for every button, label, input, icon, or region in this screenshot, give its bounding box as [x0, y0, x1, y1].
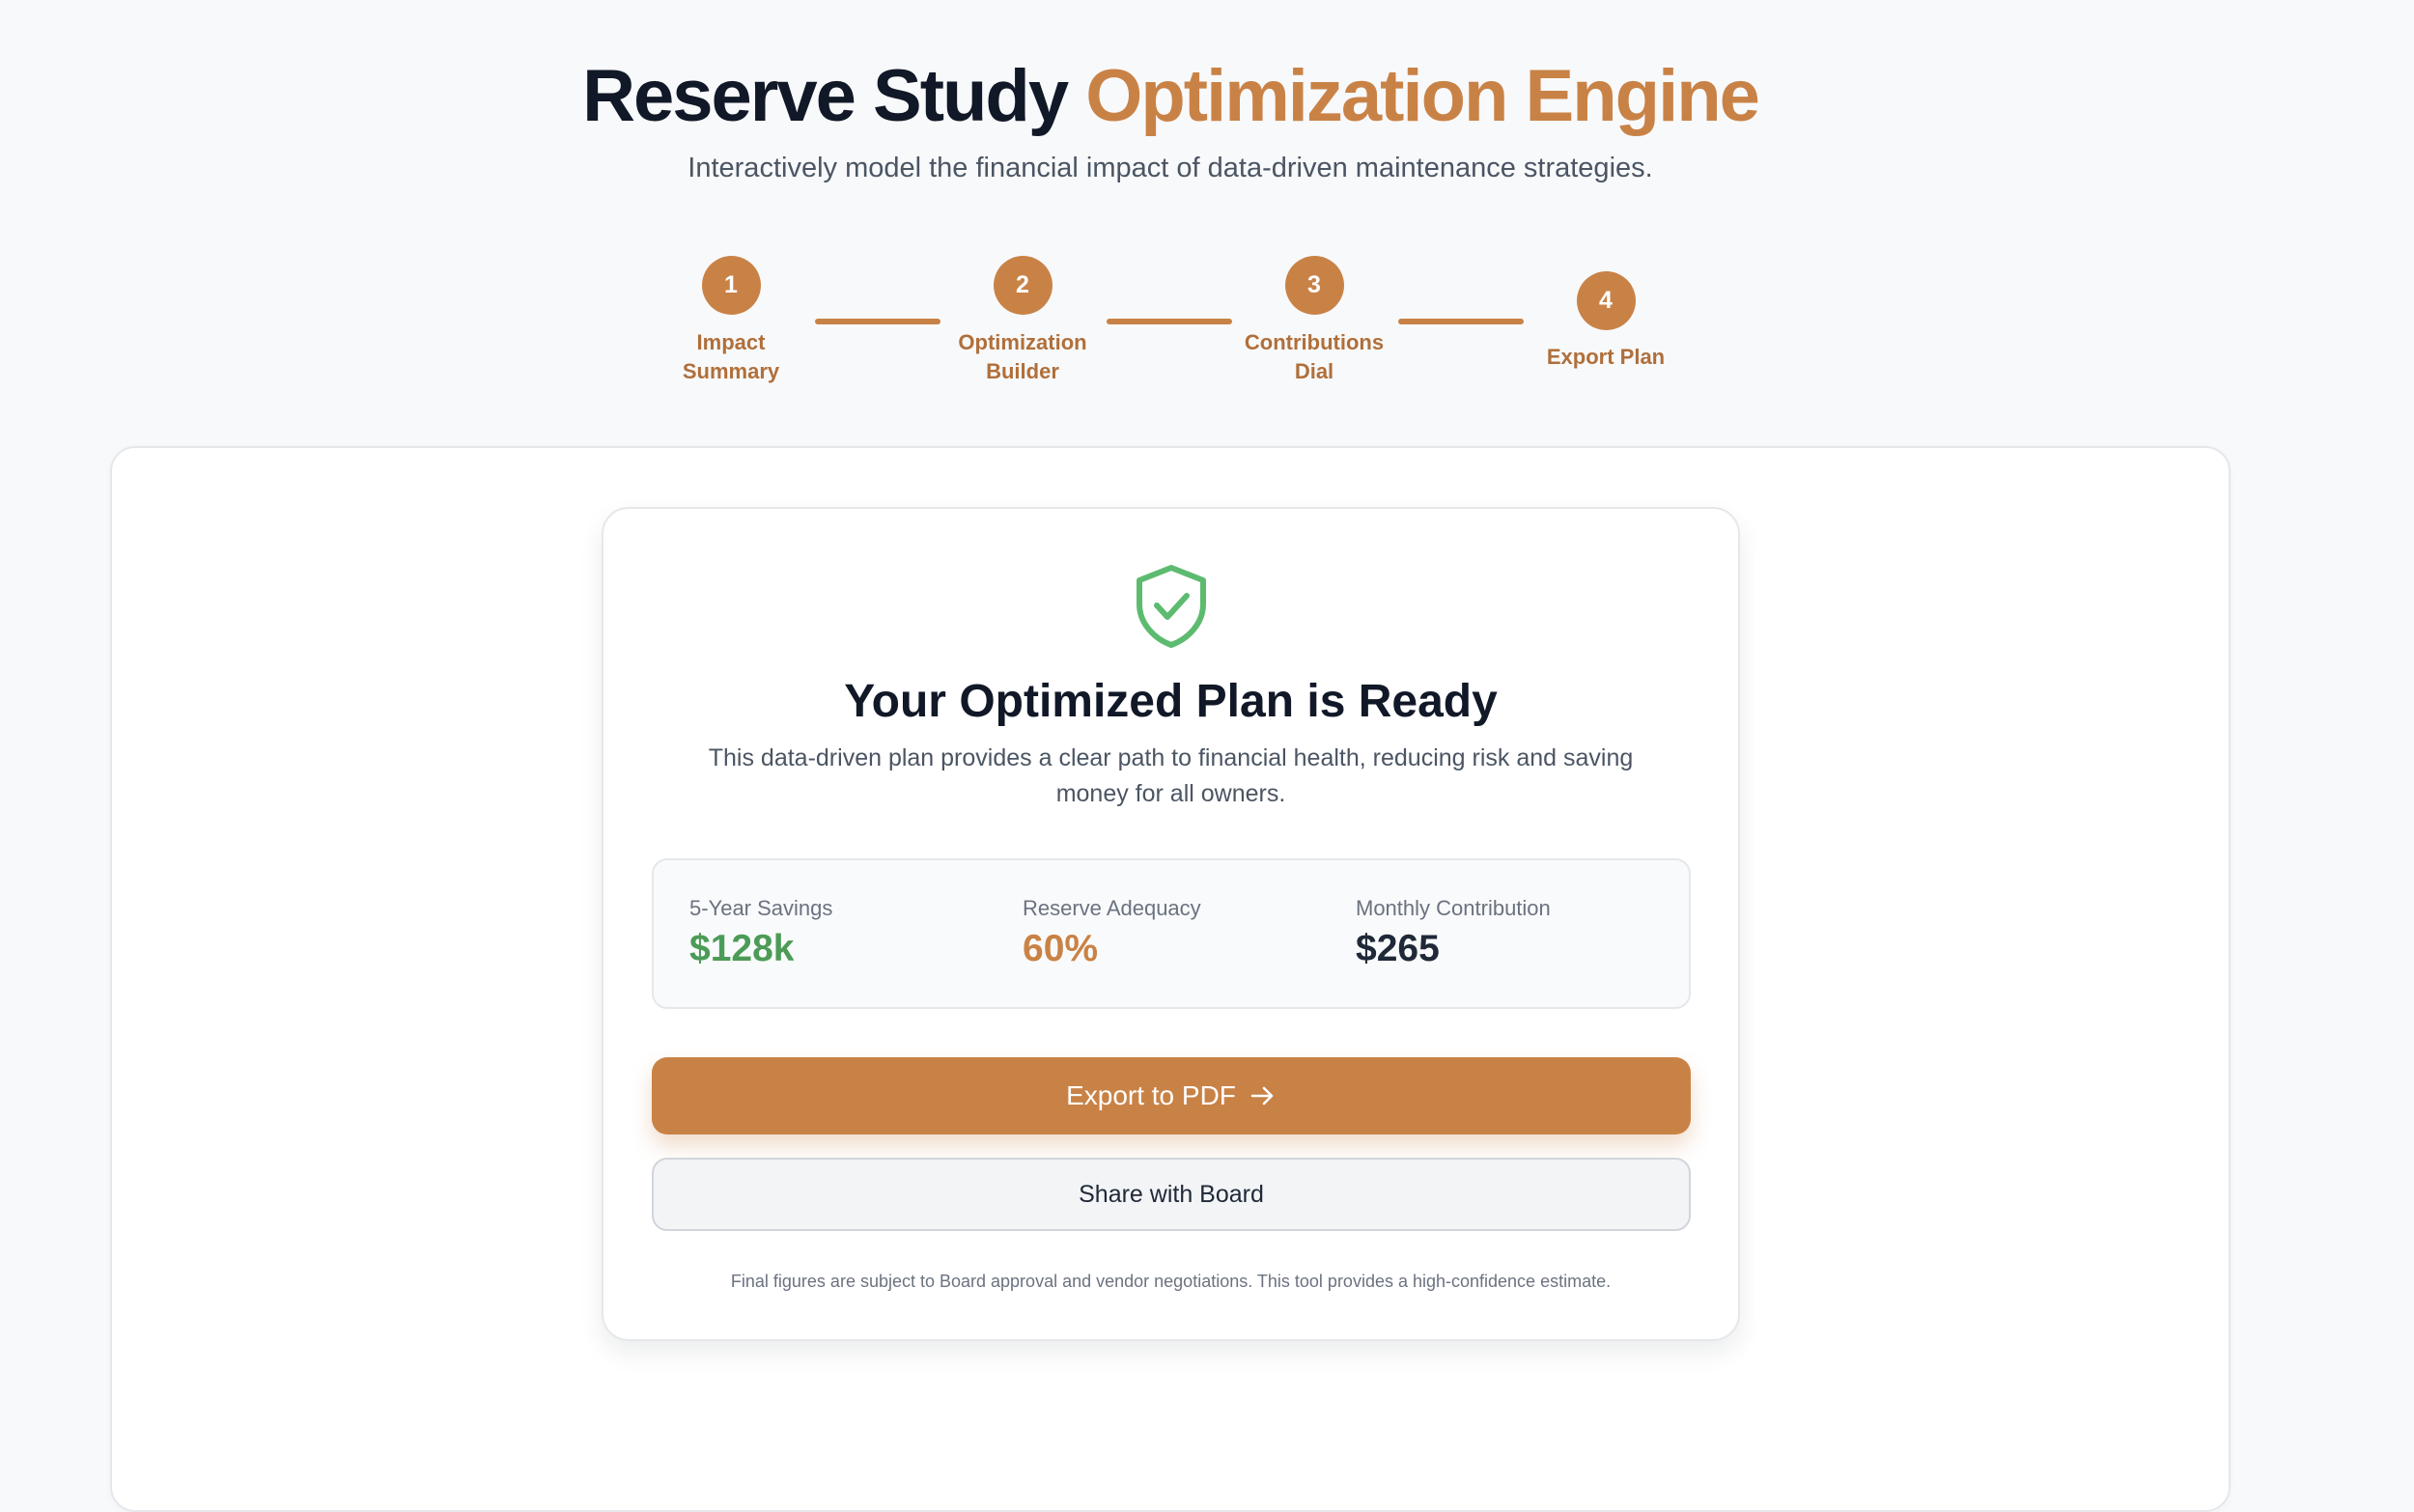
step-label: Optimization Builder — [958, 330, 1087, 383]
card-description: This data-driven plan provides a clear p… — [708, 744, 1634, 807]
step-connector — [1107, 319, 1232, 324]
share-with-board-button[interactable]: Share with Board — [652, 1158, 1691, 1231]
export-button-content: Export to PDF — [1066, 1080, 1277, 1111]
metric-five-year-savings: 5-Year Savings $128k — [689, 895, 832, 970]
metric-value: $265 — [1356, 928, 1440, 969]
step-number: 4 — [1576, 271, 1636, 330]
metric-value: $128k — [689, 928, 795, 969]
page-title-accent: Optimization Engine — [1085, 55, 1760, 137]
page-subtitle: Interactively model the financial impact… — [688, 153, 1653, 183]
share-button-label: Share with Board — [1079, 1180, 1264, 1208]
step-label: Contributions Dial — [1244, 330, 1385, 383]
page-header: Reserve Study Optimization Engine Intera… — [0, 50, 2341, 185]
step-connector — [1398, 319, 1524, 324]
plan-ready-card: Your Optimized Plan is Ready This data-d… — [602, 507, 1740, 1341]
step-number: 2 — [993, 256, 1053, 315]
export-to-pdf-button[interactable]: Export to PDF — [652, 1057, 1691, 1134]
export-button-label: Export to PDF — [1066, 1080, 1236, 1110]
step-optimization-builder[interactable]: 2 Optimization Builder — [926, 256, 1119, 386]
disclaimer-footnote: Final figures are subject to Board appro… — [730, 1272, 1612, 1291]
metric-label: Monthly Contribution — [1356, 896, 1551, 920]
step-label: Export Plan — [1546, 345, 1666, 369]
page-title: Reserve Study Optimization Engine — [0, 50, 2341, 143]
metric-reserve-adequacy: Reserve Adequacy 60% — [1023, 895, 1201, 970]
step-contributions-dial[interactable]: 3 Contributions Dial — [1218, 256, 1411, 386]
arrow-right-icon — [1250, 1086, 1274, 1106]
page-title-primary: Reserve Study — [582, 55, 1069, 137]
summary-metrics: 5-Year Savings $128k Reserve Adequacy 60… — [652, 858, 1691, 1009]
metric-monthly-contribution: Monthly Contribution $265 — [1356, 895, 1551, 970]
metric-value: 60% — [1023, 928, 1099, 969]
card-title: Your Optimized Plan is Ready — [844, 676, 1498, 727]
step-number: 3 — [1284, 256, 1344, 315]
metric-label: 5-Year Savings — [689, 896, 833, 920]
step-impact-summary[interactable]: 1 Impact Summary — [634, 256, 828, 386]
step-export-plan[interactable]: 4 Export Plan — [1509, 271, 1702, 372]
step-connector — [815, 319, 940, 324]
step-number: 1 — [701, 256, 761, 315]
shield-check-icon — [1137, 565, 1206, 648]
step-label: Impact Summary — [682, 330, 780, 383]
metric-label: Reserve Adequacy — [1023, 896, 1201, 920]
